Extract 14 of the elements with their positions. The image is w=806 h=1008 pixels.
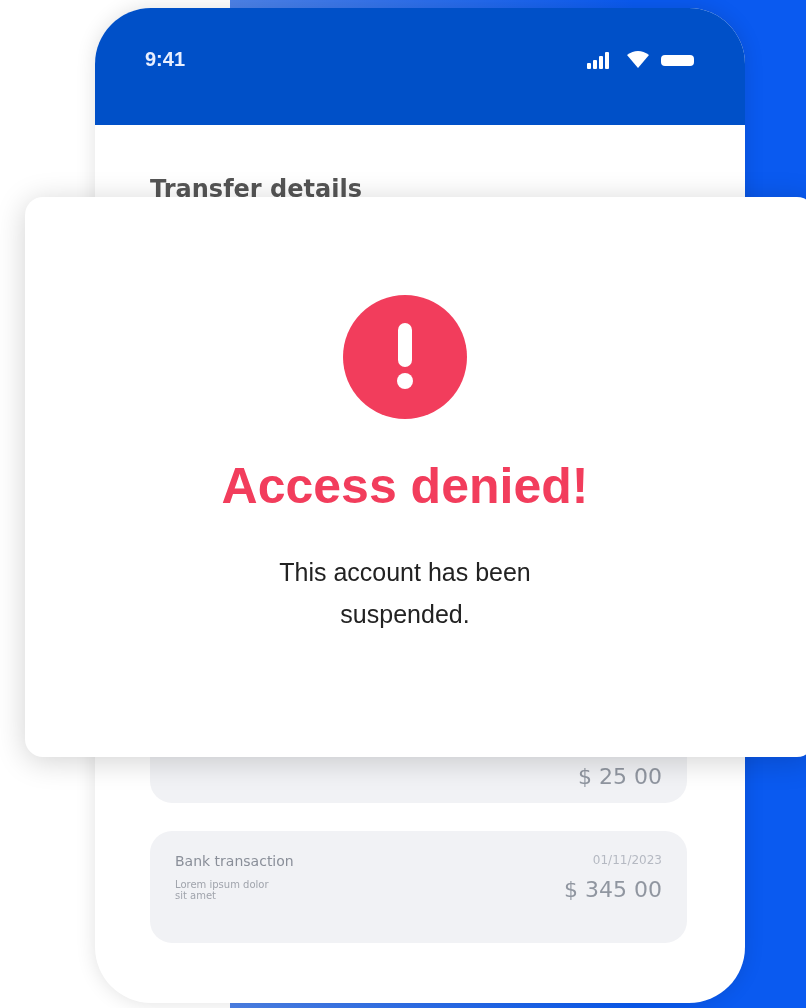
transaction-card[interactable]: Bank transaction Lorem ipsum dolor sit amet 01/11/2023 $ 345 00 [150,831,687,943]
screen-title: Transfer details [150,175,363,203]
transaction-description: Lorem ipsum dolor sit amet [175,879,270,901]
transaction-date: 01/11/2023 [592,853,662,867]
dialog-title: Access denied! [221,457,589,515]
battery-icon [661,54,694,66]
status-time: 9:41 [145,48,186,71]
transaction-amount: $ 25 00 [578,764,662,789]
signal-icon [587,51,609,69]
exclamation-icon [343,295,467,419]
dialog-message: This account has been suspended. [278,557,532,630]
transaction-name: Bank transaction [175,853,294,869]
transaction-amount: $ 345 00 [564,877,662,902]
wifi-icon [627,50,649,68]
